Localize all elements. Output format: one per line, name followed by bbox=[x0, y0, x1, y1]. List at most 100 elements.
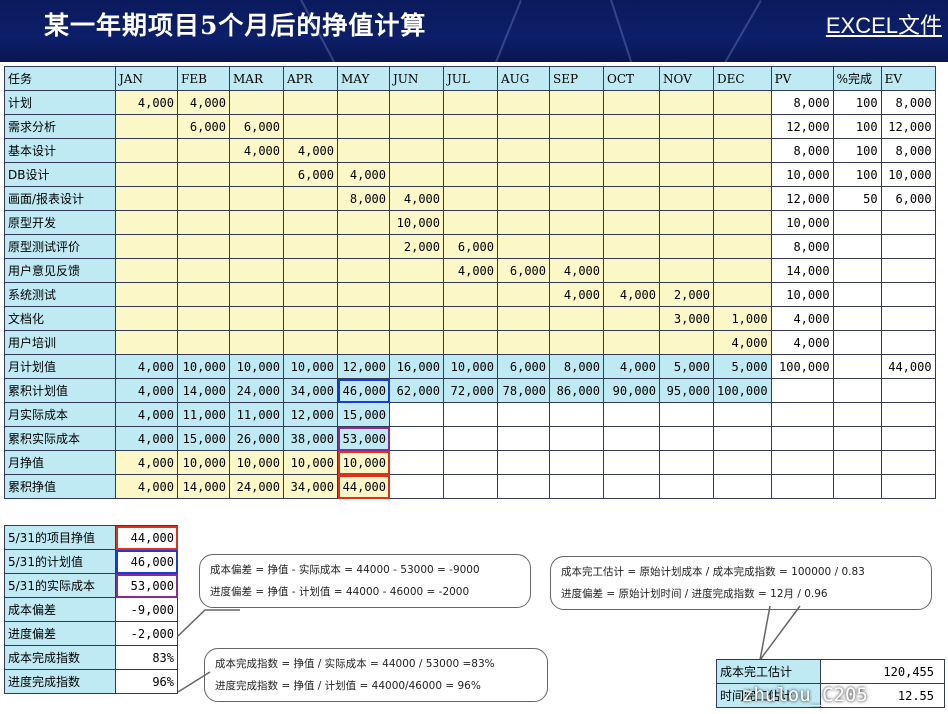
month-cell[interactable] bbox=[603, 90, 660, 115]
month-cell[interactable] bbox=[603, 330, 660, 355]
pv-cell[interactable]: 8,000 bbox=[770, 138, 834, 163]
month-cell[interactable] bbox=[659, 90, 714, 115]
month-cell[interactable] bbox=[337, 138, 390, 163]
month-cell[interactable]: 10,000 bbox=[337, 450, 390, 475]
month-cell[interactable]: 24,000 bbox=[229, 378, 284, 403]
month-cell[interactable] bbox=[443, 306, 498, 331]
month-cell[interactable]: 12,000 bbox=[337, 354, 390, 379]
month-cell[interactable] bbox=[549, 90, 604, 115]
month-cell[interactable]: 46,000 bbox=[337, 378, 390, 403]
month-cell[interactable] bbox=[177, 258, 230, 283]
month-cell[interactable]: 10,000 bbox=[283, 354, 338, 379]
month-cell[interactable]: 10,000 bbox=[229, 450, 284, 475]
ev-cell[interactable]: 8,000 bbox=[880, 90, 936, 115]
month-cell[interactable] bbox=[443, 330, 498, 355]
month-cell[interactable]: 10,000 bbox=[389, 210, 444, 235]
month-cell[interactable]: 4,000 bbox=[115, 474, 178, 499]
month-cell[interactable] bbox=[497, 234, 550, 259]
month-cell[interactable] bbox=[229, 186, 284, 211]
percent-complete-cell[interactable]: 100 bbox=[832, 114, 882, 139]
month-cell[interactable]: 4,000 bbox=[549, 282, 604, 307]
month-cell[interactable]: 95,000 bbox=[659, 378, 714, 403]
month-cell[interactable]: 16,000 bbox=[389, 354, 444, 379]
pv-cell[interactable]: 8,000 bbox=[770, 90, 834, 115]
month-cell[interactable] bbox=[337, 234, 390, 259]
month-cell[interactable] bbox=[713, 258, 772, 283]
percent-complete-cell[interactable]: 100 bbox=[832, 162, 882, 187]
month-cell[interactable] bbox=[229, 306, 284, 331]
month-cell[interactable] bbox=[177, 282, 230, 307]
pv-cell[interactable]: 10,000 bbox=[770, 162, 834, 187]
month-cell[interactable] bbox=[659, 258, 714, 283]
ev-cell[interactable]: 12,000 bbox=[880, 114, 936, 139]
month-cell[interactable] bbox=[713, 186, 772, 211]
pv-cell[interactable]: 12,000 bbox=[770, 186, 834, 211]
month-cell[interactable] bbox=[549, 114, 604, 139]
month-cell[interactable] bbox=[497, 114, 550, 139]
month-cell[interactable] bbox=[497, 162, 550, 187]
month-cell[interactable] bbox=[177, 210, 230, 235]
month-cell[interactable] bbox=[283, 210, 338, 235]
month-cell[interactable] bbox=[229, 330, 284, 355]
month-cell[interactable] bbox=[283, 114, 338, 139]
month-cell[interactable]: 14,000 bbox=[177, 474, 230, 499]
percent-complete-cell[interactable] bbox=[832, 258, 882, 283]
month-cell[interactable]: 14,000 bbox=[177, 378, 230, 403]
pv-cell[interactable]: 10,000 bbox=[770, 282, 834, 307]
month-cell[interactable] bbox=[115, 234, 178, 259]
month-cell[interactable] bbox=[283, 186, 338, 211]
month-cell[interactable]: 4,000 bbox=[115, 450, 178, 475]
month-cell[interactable] bbox=[603, 114, 660, 139]
month-cell[interactable]: 5,000 bbox=[659, 354, 714, 379]
month-cell[interactable]: 4,000 bbox=[713, 330, 772, 355]
month-cell[interactable] bbox=[713, 162, 772, 187]
month-cell[interactable] bbox=[389, 114, 444, 139]
month-cell[interactable] bbox=[497, 306, 550, 331]
month-cell[interactable]: 6,000 bbox=[283, 162, 338, 187]
ev-cell[interactable]: 8,000 bbox=[880, 138, 936, 163]
ev-cell[interactable] bbox=[880, 258, 936, 283]
percent-complete-cell[interactable] bbox=[832, 210, 882, 235]
month-cell[interactable]: 3,000 bbox=[659, 306, 714, 331]
month-cell[interactable] bbox=[659, 210, 714, 235]
month-cell[interactable] bbox=[603, 306, 660, 331]
summary-value[interactable]: 83% bbox=[115, 645, 178, 670]
percent-complete-cell[interactable] bbox=[832, 234, 882, 259]
empty-cell[interactable] bbox=[832, 378, 882, 403]
percent-complete-cell[interactable]: 100 bbox=[832, 138, 882, 163]
month-cell[interactable] bbox=[549, 138, 604, 163]
month-cell[interactable]: 4,000 bbox=[443, 258, 498, 283]
month-cell[interactable] bbox=[603, 138, 660, 163]
pv-cell[interactable]: 100,000 bbox=[770, 354, 834, 379]
month-cell[interactable] bbox=[283, 234, 338, 259]
month-cell[interactable] bbox=[283, 330, 338, 355]
percent-complete-cell[interactable] bbox=[832, 330, 882, 355]
month-cell[interactable] bbox=[337, 90, 390, 115]
month-cell[interactable] bbox=[549, 186, 604, 211]
month-cell[interactable] bbox=[713, 282, 772, 307]
month-cell[interactable]: 10,000 bbox=[443, 354, 498, 379]
month-cell[interactable]: 6,000 bbox=[497, 258, 550, 283]
month-cell[interactable] bbox=[283, 306, 338, 331]
ev-cell[interactable]: 44,000 bbox=[880, 354, 936, 379]
month-cell[interactable] bbox=[389, 282, 444, 307]
month-cell[interactable] bbox=[497, 282, 550, 307]
ev-cell[interactable] bbox=[880, 282, 936, 307]
month-cell[interactable]: 4,000 bbox=[337, 162, 390, 187]
percent-complete-cell[interactable] bbox=[832, 282, 882, 307]
estimate-value[interactable]: 120,455 bbox=[820, 659, 945, 684]
month-cell[interactable] bbox=[389, 306, 444, 331]
month-cell[interactable]: 62,000 bbox=[389, 378, 444, 403]
month-cell[interactable]: 15,000 bbox=[337, 402, 390, 427]
month-cell[interactable] bbox=[389, 90, 444, 115]
month-cell[interactable] bbox=[603, 162, 660, 187]
month-cell[interactable] bbox=[229, 162, 284, 187]
summary-value[interactable]: 46,000 bbox=[115, 549, 178, 574]
month-cell[interactable]: 44,000 bbox=[337, 474, 390, 499]
month-cell[interactable]: 78,000 bbox=[497, 378, 550, 403]
month-cell[interactable] bbox=[497, 138, 550, 163]
month-cell[interactable]: 10,000 bbox=[229, 354, 284, 379]
month-cell[interactable]: 4,000 bbox=[115, 90, 178, 115]
month-cell[interactable] bbox=[659, 138, 714, 163]
month-cell[interactable]: 4,000 bbox=[549, 258, 604, 283]
